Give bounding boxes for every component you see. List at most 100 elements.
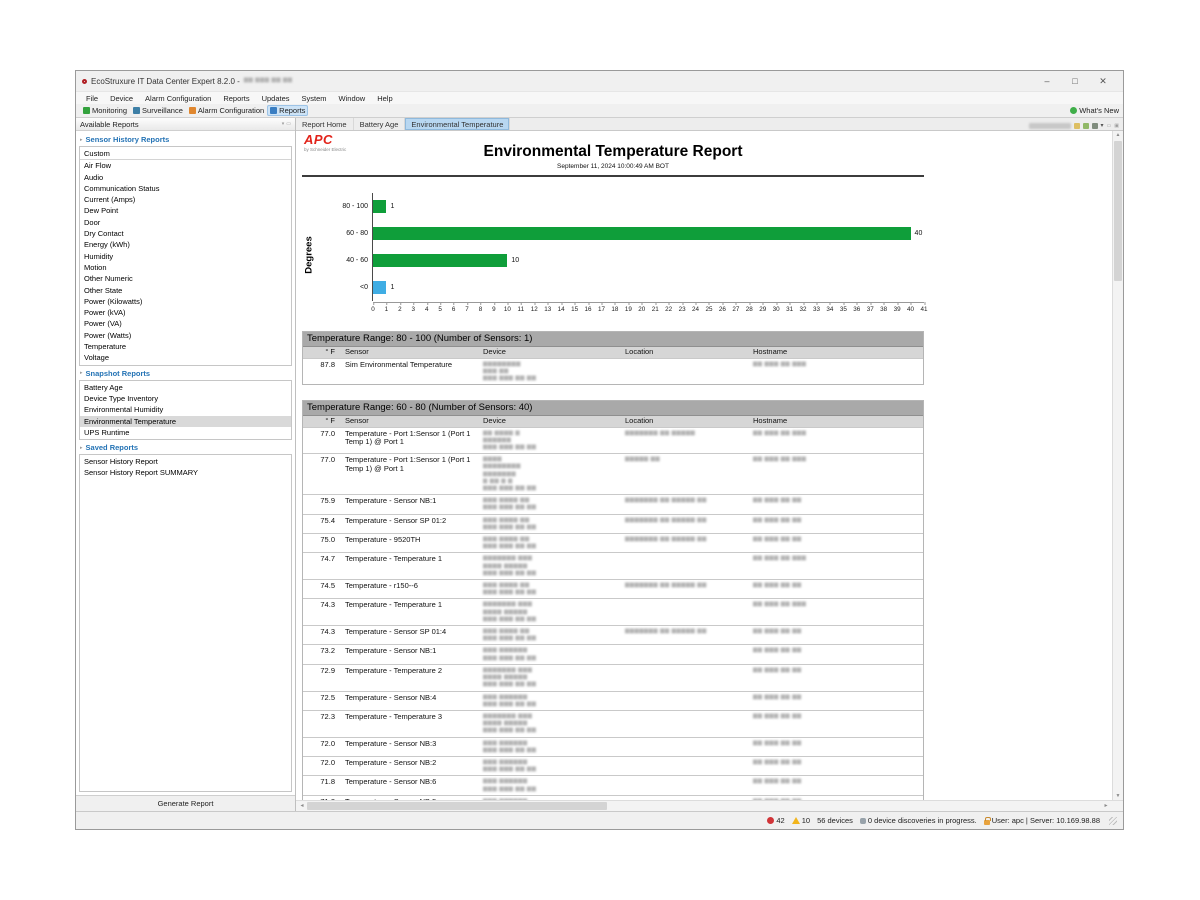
whats-new-link[interactable]: What's New [1070,106,1119,115]
report-item-temperature[interactable]: Temperature [80,341,291,352]
toolbar-label-monitoring: Monitoring [92,106,127,115]
maximize-button[interactable]: □ [1061,76,1089,87]
device-line-redacted: ▆▆▆ ▆▆▆ ▆▆ ▆▆ [483,485,623,492]
scroll-right-icon[interactable]: ▸ [1101,801,1111,811]
toolbar-monitoring[interactable]: Monitoring [80,105,130,116]
report-item-power-va[interactable]: Power (VA) [80,318,291,329]
x-tick-label: 37 [867,306,874,313]
maximize-view-icon[interactable]: ▣ [1114,123,1119,129]
print-report-icon[interactable] [1092,123,1098,129]
menu-file[interactable]: File [80,94,104,103]
cell-location: ▆▆▆▆▆▆▆ ▆▆ ▆▆▆▆▆ ▆▆ [623,628,751,635]
report-item-dew-point[interactable]: Dew Point [80,205,291,216]
tab-environmental-temperature[interactable]: Environmental Temperature [405,118,510,130]
minimize-button[interactable]: – [1033,76,1061,87]
report-item-battery-age[interactable]: Battery Age [80,382,291,393]
device-line-redacted: ▆▆▆ ▆▆▆ ▆▆ ▆▆ [483,444,623,451]
report-item-device-type-inventory[interactable]: Device Type Inventory [80,393,291,404]
page-navigation-redacted[interactable] [1029,123,1071,129]
menu-system[interactable]: System [296,94,333,103]
report-item-power-kilowatts[interactable]: Power (Kilowatts) [80,296,291,307]
cell-device: ▆▆▆ ▆▆▆▆▆▆▆▆▆ ▆▆▆ ▆▆ ▆▆ [481,694,623,708]
report-item-sensor-history-report-summary[interactable]: Sensor History Report SUMMARY [80,467,291,478]
scroll-down-icon[interactable]: ▼ [1113,793,1123,799]
table-row: 74.5Temperature - r150--6▆▆▆ ▆▆▆▆ ▆▆▆▆▆ … [303,579,923,598]
vertical-scrollbar[interactable]: ▲ ▼ [1112,131,1123,800]
device-line-redacted: ▆▆▆▆▆▆ [483,437,623,444]
close-button[interactable]: ✕ [1089,76,1117,87]
location-redacted: ▆▆▆▆▆▆▆ ▆▆ ▆▆▆▆▆ [625,430,751,437]
horizontal-scrollbar[interactable]: ◂ ▸ [296,800,1123,811]
panel-menu-icon[interactable]: ▾ [282,121,285,127]
report-item-sensor-history-report[interactable]: Sensor History Report [80,456,291,467]
device-count[interactable]: 56 devices [817,816,853,825]
menu-window[interactable]: Window [333,94,372,103]
report-item-motion[interactable]: Motion [80,262,291,273]
whats-new-label: What's New [1079,106,1119,115]
cell-device: ▆▆▆▆▆▆▆▆▆▆▆ ▆▆▆▆▆ ▆▆▆ ▆▆ ▆▆ [481,361,623,383]
report-options-caret-icon[interactable]: ▾ [1101,123,1104,129]
horizontal-scroll-thumb[interactable] [307,802,607,810]
status-bar: 42 10 56 devices 0 device discoveries in… [76,811,1123,829]
report-item-other-numeric[interactable]: Other Numeric [80,273,291,284]
report-item-other-state[interactable]: Other State [80,285,291,296]
menu-device[interactable]: Device [104,94,139,103]
cell-temperature: 72.0 [303,759,343,768]
section-header-snapshot-reports[interactable]: ▸Snapshot Reports [79,366,292,380]
cell-sensor: Temperature - Sensor NB:2 [343,759,481,768]
report-item-environmental-humidity[interactable]: Environmental Humidity [80,404,291,415]
menu-updates[interactable]: Updates [256,94,296,103]
report-item-air-flow[interactable]: Air Flow [80,160,291,171]
scroll-left-icon[interactable]: ◂ [297,801,307,811]
report-item-power-kva[interactable]: Power (kVA) [80,307,291,318]
save-report-icon[interactable] [1083,123,1089,129]
report-item-voltage[interactable]: Voltage [80,352,291,363]
toolbar-reports[interactable]: Reports [267,105,308,116]
cell-temperature: 77.0 [303,456,343,465]
menu-alarm-configuration[interactable]: Alarm Configuration [139,94,217,103]
toolbar-surveillance[interactable]: Surveillance [130,105,186,116]
cell-location: ▆▆▆▆▆▆▆ ▆▆ ▆▆▆▆▆ ▆▆ [623,517,751,524]
report-item-current-amps[interactable]: Current (Amps) [80,194,291,205]
x-tick-label: 19 [625,306,632,313]
section-header-saved-reports[interactable]: ▸Saved Reports [79,440,292,454]
menu-reports[interactable]: Reports [217,94,255,103]
scroll-up-icon[interactable]: ▲ [1113,132,1123,138]
report-item-humidity[interactable]: Humidity [80,251,291,262]
report-item-door[interactable]: Door [80,217,291,228]
discovery-status[interactable]: 0 device discoveries in progress. [860,816,977,825]
report-item-ups-runtime[interactable]: UPS Runtime [80,427,291,438]
report-item-power-watts[interactable]: Power (Watts) [80,330,291,341]
minimize-view-icon[interactable]: ▭ [1107,123,1112,129]
panel-minimize-icon[interactable]: ▭ [286,121,291,127]
warning-alarms-status[interactable]: 10 [792,816,810,825]
chart-plot-area: 80 - 100160 - 804040 - 6010<01 012345678… [316,193,924,316]
cell-temperature: 74.3 [303,601,343,610]
vertical-scroll-thumb[interactable] [1114,141,1122,281]
surveillance-icon [133,107,140,114]
report-item-communication-status[interactable]: Communication Status [80,183,291,194]
device-line-redacted: ▆▆▆ ▆▆▆ ▆▆ ▆▆ [483,766,623,773]
report-item-environmental-temperature[interactable]: Environmental Temperature [80,416,291,427]
resize-grip[interactable] [1109,817,1117,825]
cell-hostname: ▆▆ ▆▆▆ ▆▆ ▆▆ [751,713,923,720]
x-tick-label: 33 [813,306,820,313]
alarm-configuration-icon [189,107,196,114]
chart-bar-row: 80 - 1001 [316,193,924,220]
critical-alarms-status[interactable]: 42 [767,816,784,825]
section-header-sensor-history-reports[interactable]: ▸Sensor History Reports [79,132,292,146]
device-line-redacted: ▆▆▆▆▆▆▆ ▆▆▆ [483,555,623,562]
menu-help[interactable]: Help [371,94,398,103]
report-item-energy-kwh[interactable]: Energy (kWh) [80,239,291,250]
report-item-audio[interactable]: Audio [80,172,291,183]
report-item-custom[interactable]: Custom [80,148,291,160]
generate-report-button[interactable]: Generate Report [76,796,295,811]
cell-device: ▆▆▆ ▆▆▆▆▆▆▆▆▆ ▆▆▆ ▆▆ ▆▆ [481,778,623,792]
tab-battery-age[interactable]: Battery Age [354,118,406,130]
export-report-icon[interactable] [1074,123,1080,129]
toolbar-alarm-configuration[interactable]: Alarm Configuration [186,105,267,116]
cell-hostname: ▆▆ ▆▆▆ ▆▆ ▆▆ [751,694,923,701]
tab-report-home[interactable]: Report Home [296,118,354,130]
report-item-dry-contact[interactable]: Dry Contact [80,228,291,239]
sidebar-body: ▸Sensor History Reports CustomAir FlowAud… [76,131,295,796]
